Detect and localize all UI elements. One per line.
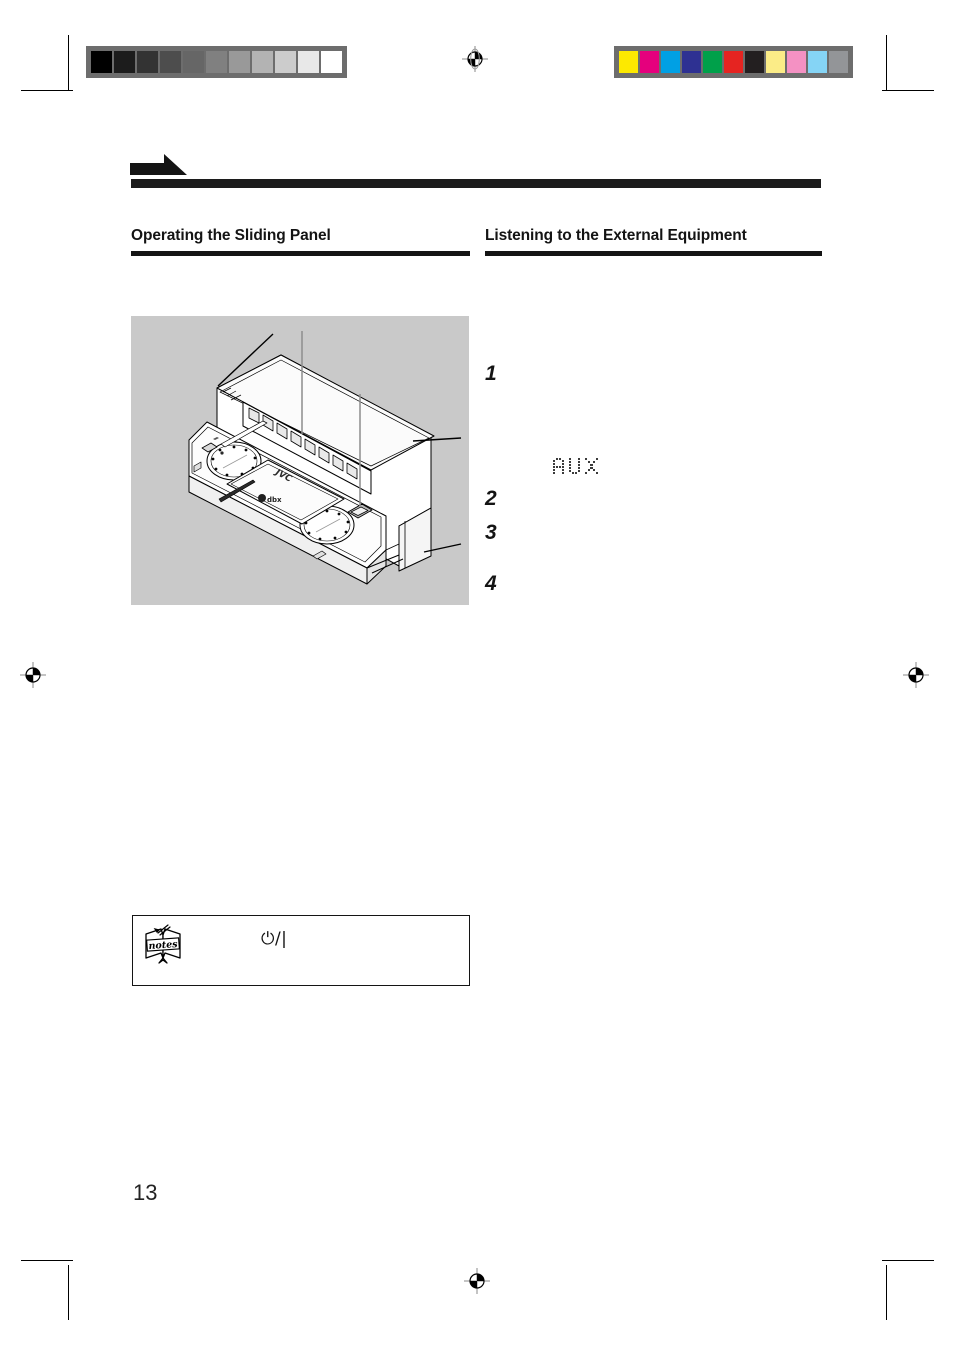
sliding-panel-audio-system-illustration: dbx JVC — [131, 316, 469, 605]
step-number-2: 2 — [485, 487, 497, 510]
page-number: 13 — [133, 1180, 158, 1205]
section-heading-listening-external-equipment: Listening to the External Equipment — [485, 227, 747, 244]
section-rule-right — [485, 251, 822, 256]
display-readout-aux — [551, 456, 603, 476]
page-header-rule — [131, 179, 821, 188]
step-number-3: 3 — [485, 521, 497, 544]
right-arrow-flag-icon — [130, 154, 188, 176]
power-standby-symbol: ⏻/| — [261, 929, 288, 949]
section-heading-operating-sliding-panel: Operating the Sliding Panel — [131, 227, 331, 244]
svg-text:notes: notes — [148, 939, 178, 952]
manual-page: Operating the Sliding Panel Listening to… — [0, 0, 954, 1351]
notes-icon: notes — [141, 922, 185, 966]
section-rule-left — [131, 251, 470, 256]
step-number-4: 4 — [485, 572, 497, 595]
svg-text:dbx: dbx — [267, 496, 282, 504]
notes-box: notes ⏻/| — [132, 915, 470, 986]
step-number-1: 1 — [485, 362, 497, 385]
